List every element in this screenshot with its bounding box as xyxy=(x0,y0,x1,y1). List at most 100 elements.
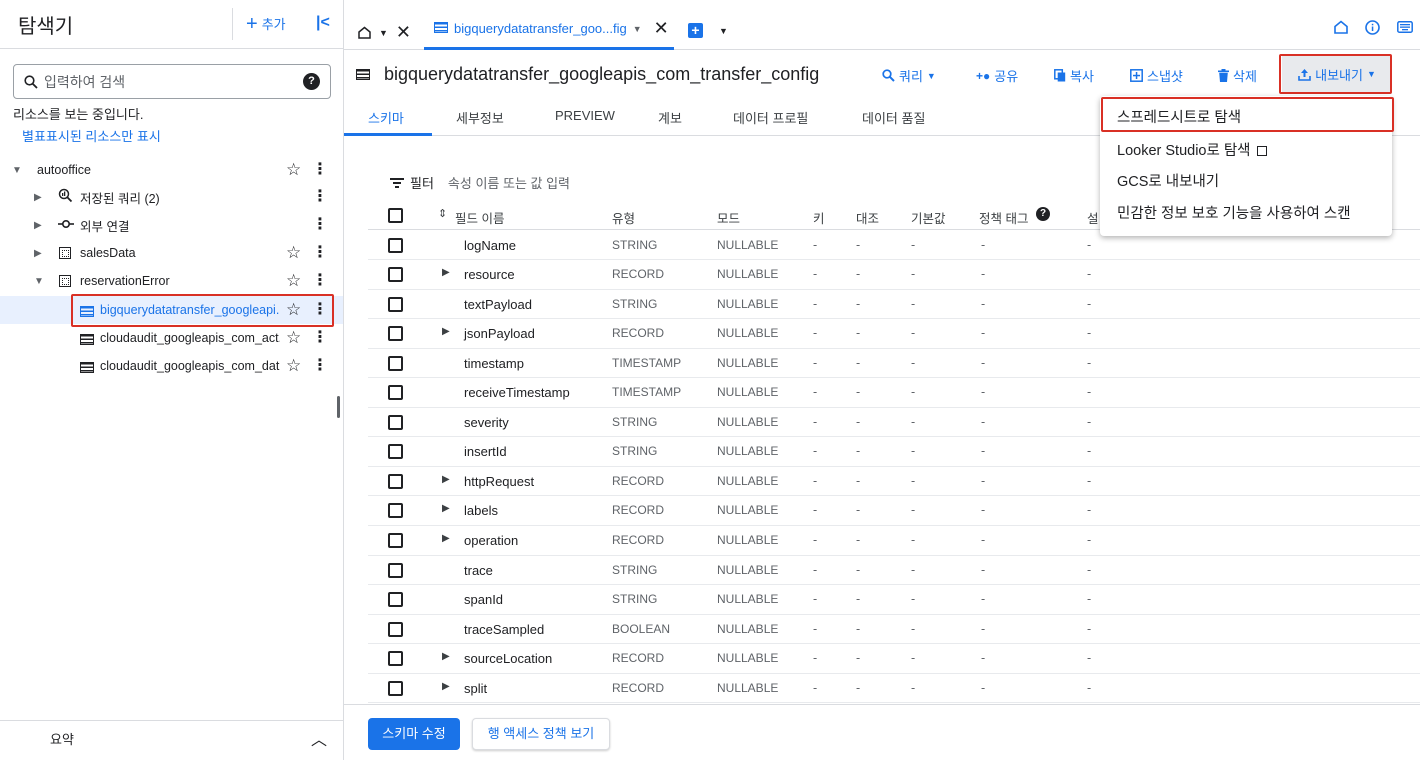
more-options-icon[interactable]: ⋮ xyxy=(312,358,328,374)
row-checkbox[interactable] xyxy=(388,680,403,696)
column-header-name[interactable]: 필드 이름 xyxy=(455,208,504,227)
query-button[interactable]: 쿼리 ▼ xyxy=(882,66,936,85)
table-row[interactable]: ▶ resource RECORD NULLABLE - - - - - xyxy=(368,260,1420,290)
expand-arrow-icon[interactable]: ▶ xyxy=(442,533,450,544)
home-icon[interactable] xyxy=(1334,20,1348,37)
edit-schema-button[interactable]: 스키마 수정 xyxy=(368,718,460,750)
row-checkbox[interactable] xyxy=(388,562,403,578)
menu-item-export-gcs[interactable]: GCS로 내보내기 xyxy=(1117,170,1219,191)
row-checkbox[interactable] xyxy=(388,473,403,489)
tab-lineage[interactable]: 계보 xyxy=(658,108,682,127)
table-row[interactable]: spanId STRING NULLABLE - - - - - xyxy=(368,585,1420,615)
filter-bar[interactable]: 필터 속성 이름 또는 값 입력 xyxy=(390,173,570,192)
expand-arrow-icon[interactable]: ▶ xyxy=(442,681,450,692)
help-icon[interactable]: ? xyxy=(1036,207,1050,221)
row-checkbox[interactable] xyxy=(388,237,403,253)
expand-arrow-icon[interactable]: ▶ xyxy=(34,220,42,231)
menu-item-scan-dlp[interactable]: 민감한 정보 보호 기능을 사용하여 스캔 xyxy=(1117,202,1351,223)
row-checkbox[interactable] xyxy=(388,444,403,460)
summary-label[interactable]: 요약 xyxy=(50,729,74,748)
table-row[interactable]: severity STRING NULLABLE - - - - - xyxy=(368,408,1420,438)
table-row[interactable]: ▶ operation RECORD NULLABLE - - - - - xyxy=(368,526,1420,556)
more-options-icon[interactable]: ⋮ xyxy=(312,217,328,233)
search-input[interactable] xyxy=(44,73,284,90)
tab-details[interactable]: 세부정보 xyxy=(456,108,504,127)
expand-arrow-icon[interactable]: ▶ xyxy=(34,192,42,203)
row-checkbox[interactable] xyxy=(388,503,403,519)
add-button[interactable]: + 추가 xyxy=(246,14,286,34)
show-starred-link[interactable]: 별표표시된 리소스만 표시 xyxy=(22,126,161,145)
help-icon[interactable]: ? xyxy=(303,73,320,90)
table-row[interactable]: ▶ httpRequest RECORD NULLABLE - - - - - xyxy=(368,467,1420,497)
table-row[interactable]: trace STRING NULLABLE - - - - - xyxy=(368,556,1420,586)
row-checkbox[interactable] xyxy=(388,533,403,548)
share-button[interactable]: +● 공유 xyxy=(976,66,1018,85)
row-checkbox[interactable] xyxy=(388,385,403,401)
filter-input[interactable]: 속성 이름 또는 값 입력 xyxy=(448,173,570,192)
row-checkbox[interactable] xyxy=(388,355,403,371)
more-options-icon[interactable]: ⋮ xyxy=(312,162,328,178)
expand-arrow-icon[interactable]: ▶ xyxy=(442,503,450,514)
row-checkbox[interactable] xyxy=(388,267,403,283)
select-all-checkbox[interactable] xyxy=(388,208,403,223)
star-icon[interactable]: ☆ xyxy=(286,243,301,263)
table-row[interactable]: insertId STRING NULLABLE - - - - - xyxy=(368,437,1420,467)
sort-icon[interactable]: ⇕ xyxy=(438,207,447,220)
collapse-panel-icon[interactable]: |< xyxy=(316,14,330,32)
table-row[interactable]: receiveTimestamp TIMESTAMP NULLABLE - - - - - xyxy=(368,378,1420,408)
star-icon[interactable]: ☆ xyxy=(286,356,301,376)
copy-button[interactable]: 복사 xyxy=(1054,66,1094,85)
star-icon[interactable]: ☆ xyxy=(286,271,301,291)
table-row[interactable]: ▶ split RECORD NULLABLE - - - - - xyxy=(368,674,1420,704)
tree-item-dataset-salesdata[interactable]: ▶ salesData ☆ ⋮ xyxy=(0,239,343,267)
caret-down-icon[interactable]: ▼ xyxy=(379,28,388,38)
table-row[interactable]: ▶ jsonPayload RECORD NULLABLE - - - - - xyxy=(368,319,1420,349)
expand-arrow-icon[interactable]: ▶ xyxy=(34,248,42,259)
star-icon[interactable]: ☆ xyxy=(286,328,301,348)
tab-data-quality[interactable]: 데이터 품질 xyxy=(862,108,925,127)
resize-handle[interactable] xyxy=(337,396,340,418)
expand-arrow-icon[interactable]: ▶ xyxy=(442,267,450,278)
table-row[interactable]: timestamp TIMESTAMP NULLABLE - - - - - xyxy=(368,349,1420,379)
more-options-icon[interactable]: ⋮ xyxy=(312,330,328,346)
row-checkbox[interactable] xyxy=(388,414,403,430)
tab-schema[interactable]: 스키마 xyxy=(368,108,404,127)
table-row[interactable]: ▶ sourceLocation RECORD NULLABLE - - - - - xyxy=(368,644,1420,674)
star-icon[interactable]: ☆ xyxy=(286,160,301,180)
tree-item-project[interactable]: ▼ autooffice ☆ ⋮ xyxy=(0,156,343,184)
row-checkbox[interactable] xyxy=(388,296,403,312)
menu-item-explore-looker-studio[interactable]: Looker Studio로 탐색 xyxy=(1117,139,1267,160)
tab-data-profile[interactable]: 데이터 프로필 xyxy=(733,108,808,127)
close-icon[interactable]: ✕ xyxy=(396,22,411,43)
tab-preview[interactable]: PREVIEW xyxy=(555,108,615,123)
caret-down-icon[interactable]: ▼ xyxy=(719,26,728,36)
view-row-access-policies-button[interactable]: 행 액세스 정책 보기 xyxy=(472,718,610,750)
tab-home[interactable]: ▼ ✕ xyxy=(358,22,411,43)
row-checkbox[interactable] xyxy=(388,326,403,342)
delete-button[interactable]: 삭제 xyxy=(1218,66,1257,85)
more-options-icon[interactable]: ⋮ xyxy=(312,273,328,289)
tree-item-dataset-reservationerror[interactable]: ▼ reservationError ☆ ⋮ xyxy=(0,267,343,295)
table-row[interactable]: ▶ labels RECORD NULLABLE - - - - - xyxy=(368,496,1420,527)
tree-item-table[interactable]: cloudaudit_googleapis_com_act... ☆ ⋮ xyxy=(0,324,343,352)
expand-arrow-icon[interactable]: ▼ xyxy=(12,165,22,176)
row-checkbox[interactable] xyxy=(388,651,403,667)
new-tab-icon[interactable]: + xyxy=(688,23,703,38)
table-row[interactable]: textPayload STRING NULLABLE - - - - - xyxy=(368,290,1420,320)
expand-arrow-icon[interactable]: ▶ xyxy=(442,326,450,337)
expand-arrow-icon[interactable]: ▶ xyxy=(442,474,450,485)
more-options-icon[interactable]: ⋮ xyxy=(312,245,328,261)
table-row[interactable]: traceSampled BOOLEAN NULLABLE - - - - - xyxy=(368,615,1420,645)
tree-item-saved-queries[interactable]: ▶ 저장된 쿼리 (2) ⋮ xyxy=(0,183,343,211)
row-checkbox[interactable] xyxy=(388,621,403,637)
info-icon[interactable] xyxy=(1365,20,1380,38)
collapse-arrow-icon[interactable]: ▼ xyxy=(34,276,44,287)
caret-down-icon[interactable]: ▼ xyxy=(633,24,642,34)
keyboard-icon[interactable] xyxy=(1397,20,1413,36)
explorer-search[interactable]: ? xyxy=(13,64,331,99)
more-options-icon[interactable]: ⋮ xyxy=(312,189,328,205)
tab-table[interactable]: bigquerydatatransfer_goo...fig ▼ ✕ xyxy=(424,10,674,50)
chevron-up-icon[interactable]: ︿ xyxy=(311,726,327,750)
close-icon[interactable]: ✕ xyxy=(654,18,669,39)
tree-item-table[interactable]: cloudaudit_googleapis_com_dat... ☆ ⋮ xyxy=(0,352,343,380)
